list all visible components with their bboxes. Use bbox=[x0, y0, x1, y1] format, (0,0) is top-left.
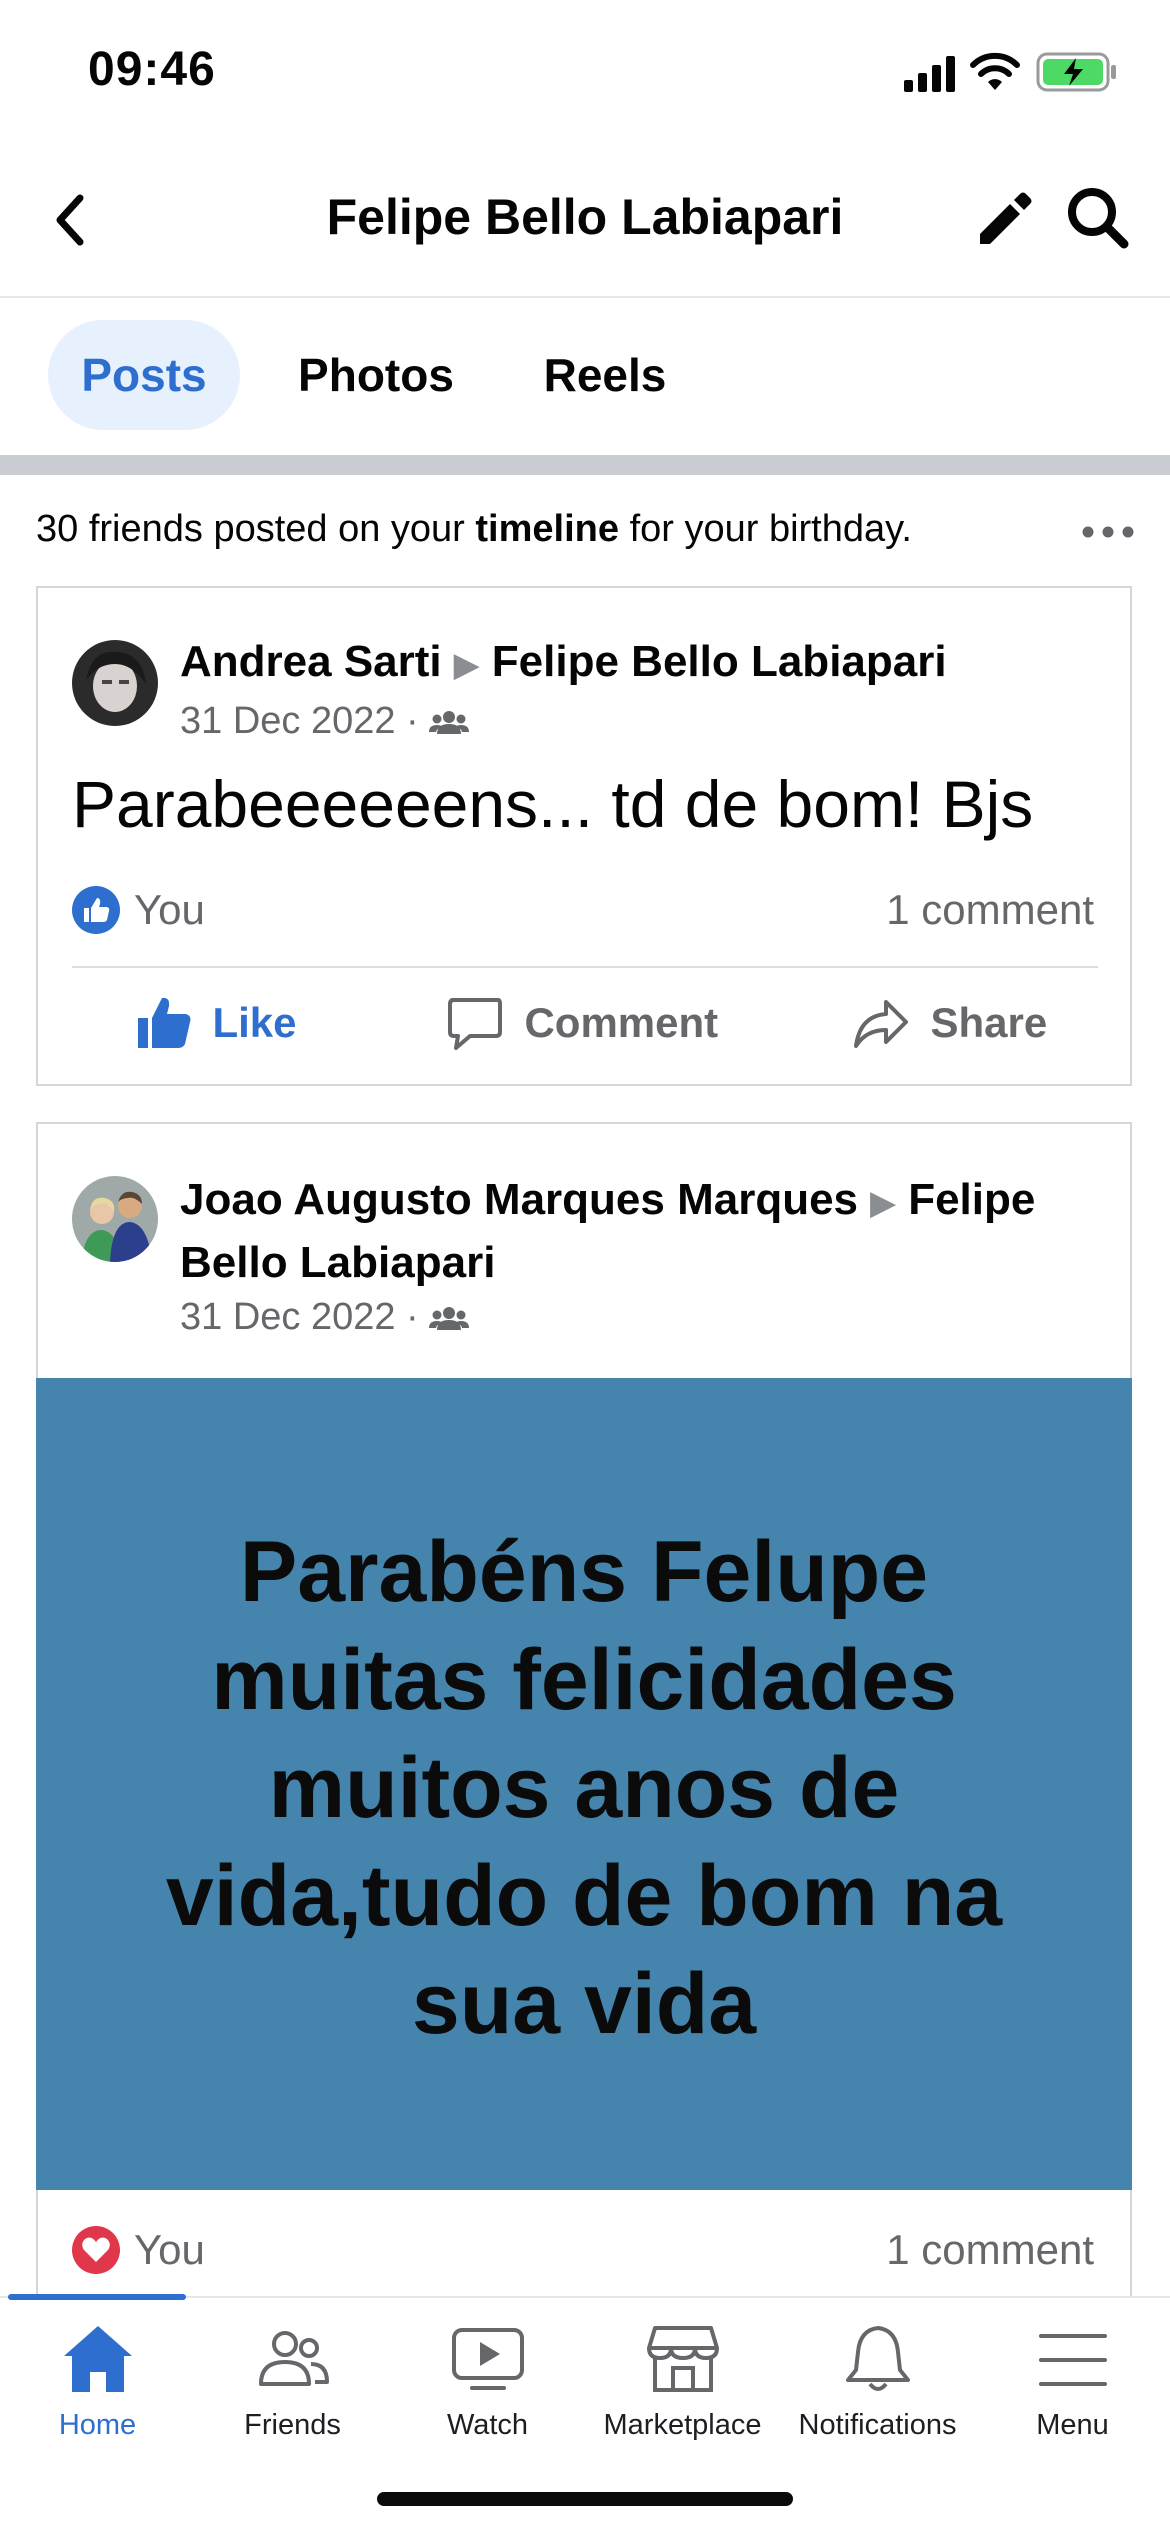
tab-reels[interactable]: Reels bbox=[520, 320, 690, 430]
tab-posts[interactable]: Posts bbox=[48, 320, 240, 430]
post-meta: 31 Dec 2022 · bbox=[180, 700, 470, 743]
author-name[interactable]: Andrea Sarti bbox=[180, 637, 442, 686]
nav-friends[interactable]: Friends bbox=[195, 2322, 390, 2442]
section-separator bbox=[0, 455, 1170, 475]
arrow-right-icon: ▶ bbox=[870, 1184, 897, 1222]
comment-count[interactable]: 1 comment bbox=[700, 886, 1094, 934]
nav-label-menu: Menu bbox=[1036, 2409, 1109, 2441]
nav-label-home: Home bbox=[58, 2409, 137, 2441]
share-arrow-icon bbox=[854, 1000, 908, 1048]
post-date[interactable]: 31 Dec 2022 bbox=[180, 1296, 396, 1338]
menu-icon bbox=[1038, 2334, 1107, 2386]
wifi-icon bbox=[970, 52, 1020, 90]
nav-label-watch: Watch bbox=[446, 2409, 529, 2441]
search-icon[interactable] bbox=[1064, 184, 1132, 252]
avatar[interactable] bbox=[72, 640, 158, 726]
nav-marketplace[interactable]: Marketplace bbox=[585, 2322, 780, 2442]
nav-home[interactable]: Home bbox=[0, 2322, 195, 2442]
comment-label: Comment bbox=[524, 999, 719, 1046]
friends-audience-icon bbox=[429, 710, 470, 734]
target-name-rest[interactable]: Bello Labiapari bbox=[180, 1233, 1100, 1293]
share-label: Share bbox=[930, 999, 1048, 1046]
like-reaction-icon bbox=[72, 886, 120, 934]
like-thumb-icon bbox=[138, 997, 191, 1048]
post-text: Parabeeeeeens... td de bom! Bjs bbox=[72, 767, 1034, 841]
arrow-right-icon: ▶ bbox=[453, 646, 480, 684]
comment-bubble-icon bbox=[448, 998, 502, 1050]
author-name[interactable]: Joao Augusto Marques Marques bbox=[180, 1175, 858, 1224]
tab-photos[interactable]: Photos bbox=[280, 320, 472, 430]
nav-label-notifications: Notifications bbox=[798, 2409, 957, 2441]
post-date[interactable]: 31 Dec 2022 bbox=[180, 700, 396, 742]
edit-pencil-icon[interactable] bbox=[972, 188, 1034, 250]
birthday-notice: 30 friends posted on your timeline for y… bbox=[36, 508, 912, 550]
post-background-banner[interactable]: Parabéns Felupe muitas felicidades muito… bbox=[36, 1378, 1132, 2190]
like-button[interactable]: Like bbox=[134, 994, 297, 1064]
nav-notifications[interactable]: Notifications bbox=[780, 2322, 975, 2442]
banner-text: Parabéns Felupe muitas felicidades muito… bbox=[165, 1524, 1003, 2052]
love-reaction-icon bbox=[72, 2226, 120, 2274]
share-button[interactable]: Share bbox=[852, 994, 1047, 1064]
nav-menu[interactable]: Menu bbox=[975, 2322, 1170, 2442]
nav-label-friends: Friends bbox=[244, 2409, 341, 2441]
target-name-first[interactable]: Felipe bbox=[908, 1175, 1035, 1224]
header-divider bbox=[0, 296, 1170, 298]
reaction-you[interactable]: You bbox=[134, 2226, 205, 2274]
active-tab-indicator bbox=[8, 2294, 186, 2300]
home-icon bbox=[63, 2326, 132, 2392]
marketplace-icon bbox=[646, 2326, 719, 2392]
more-options-icon[interactable] bbox=[1082, 526, 1134, 538]
avatar[interactable] bbox=[72, 1176, 158, 1262]
comment-button[interactable]: Comment bbox=[446, 994, 718, 1064]
bell-icon bbox=[845, 2326, 910, 2391]
battery-charging-icon bbox=[1036, 52, 1116, 92]
like-label: Like bbox=[212, 999, 297, 1046]
friends-icon bbox=[258, 2331, 329, 2386]
post-divider bbox=[72, 966, 1098, 968]
post-author-line: Joao Augusto Marques Marques ▶ Felipe Bell… bbox=[180, 1170, 1100, 1293]
watch-icon bbox=[451, 2328, 524, 2390]
post-meta: 31 Dec 2022 · bbox=[180, 1296, 470, 1339]
home-indicator[interactable] bbox=[377, 2492, 793, 2506]
nav-watch[interactable]: Watch bbox=[390, 2322, 585, 2442]
cellular-signal-icon bbox=[904, 56, 955, 92]
post-author-line: Andrea Sarti ▶ Felipe Bello Labiapari bbox=[180, 632, 947, 695]
reaction-you[interactable]: You bbox=[134, 886, 205, 934]
friends-audience-icon bbox=[429, 1306, 470, 1330]
target-name[interactable]: Felipe Bello Labiapari bbox=[492, 637, 947, 686]
nav-label-marketplace: Marketplace bbox=[603, 2409, 762, 2441]
comment-count[interactable]: 1 comment bbox=[700, 2226, 1094, 2274]
status-time: 09:46 bbox=[88, 43, 216, 96]
